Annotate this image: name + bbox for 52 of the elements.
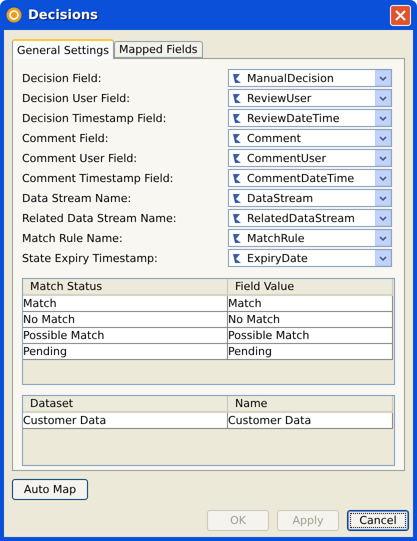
table-cell: Customer Data [23,413,228,429]
table-cell: Match [228,296,393,312]
dropdown-field[interactable]: MatchRule [228,229,392,247]
dropdown-field[interactable]: Comment [228,129,392,147]
dropdown-field[interactable]: DataStream [228,189,392,207]
column-header[interactable]: Field Value [228,279,393,296]
dropdown-field[interactable]: ManualDecision [228,69,392,87]
field-label: Data Stream Name: [22,192,132,204]
field-icon [232,152,243,164]
auto-map-button[interactable]: Auto Map [12,479,88,500]
field-icon [232,172,243,184]
close-button[interactable] [390,4,411,26]
tab[interactable]: General Settings [12,39,114,59]
tab[interactable]: Mapped Fields [114,41,203,58]
field-label: Decision User Field: [22,92,131,104]
table-cell: Possible Match [23,328,228,344]
field-label: Comment Field: [22,132,110,144]
dropdown-field[interactable]: ExpiryDate [228,249,392,267]
dialog-button[interactable]: Cancel [347,510,409,531]
field-icon [232,192,243,204]
column-header[interactable]: Name [228,396,393,413]
table-cell: Pending [23,344,228,360]
dropdown-field[interactable]: CommentDateTime [228,169,392,187]
field-label: Comment Timestamp Field: [22,172,174,184]
field-label: Comment User Field: [22,152,138,164]
table-cell: No Match [23,312,228,328]
table-cell: No Match [228,312,393,328]
field-label: Decision Field: [22,72,102,84]
close-icon [395,10,406,20]
field-icon [232,132,243,144]
field-label: State Expiry Timestamp: [22,252,159,264]
dropdown-field[interactable]: RelatedDataStream [228,209,392,227]
field-label: Decision Timestamp Field: [22,112,168,124]
table-cell: Pending [228,344,393,360]
dropdown-field[interactable]: CommentUser [228,149,392,167]
column-header[interactable]: Dataset [23,396,228,413]
column-header[interactable]: Match Status [23,279,228,296]
field-icon [232,212,243,224]
field-icon [232,92,243,104]
app-icon [6,7,22,23]
field-label: Related Data Stream Name: [22,212,178,224]
field-label: Match Rule Name: [22,232,124,244]
field-icon [232,252,243,264]
field-icon [232,232,243,244]
field-icon [232,112,243,124]
table-cell: Match [23,296,228,312]
window-title: Decisions [28,8,99,22]
dropdown-field[interactable]: ReviewUser [228,89,392,107]
table-cell: Customer Data [228,413,393,429]
field-icon [232,72,243,84]
table-cell: Possible Match [228,328,393,344]
dropdown-field[interactable]: ReviewDateTime [228,109,392,127]
